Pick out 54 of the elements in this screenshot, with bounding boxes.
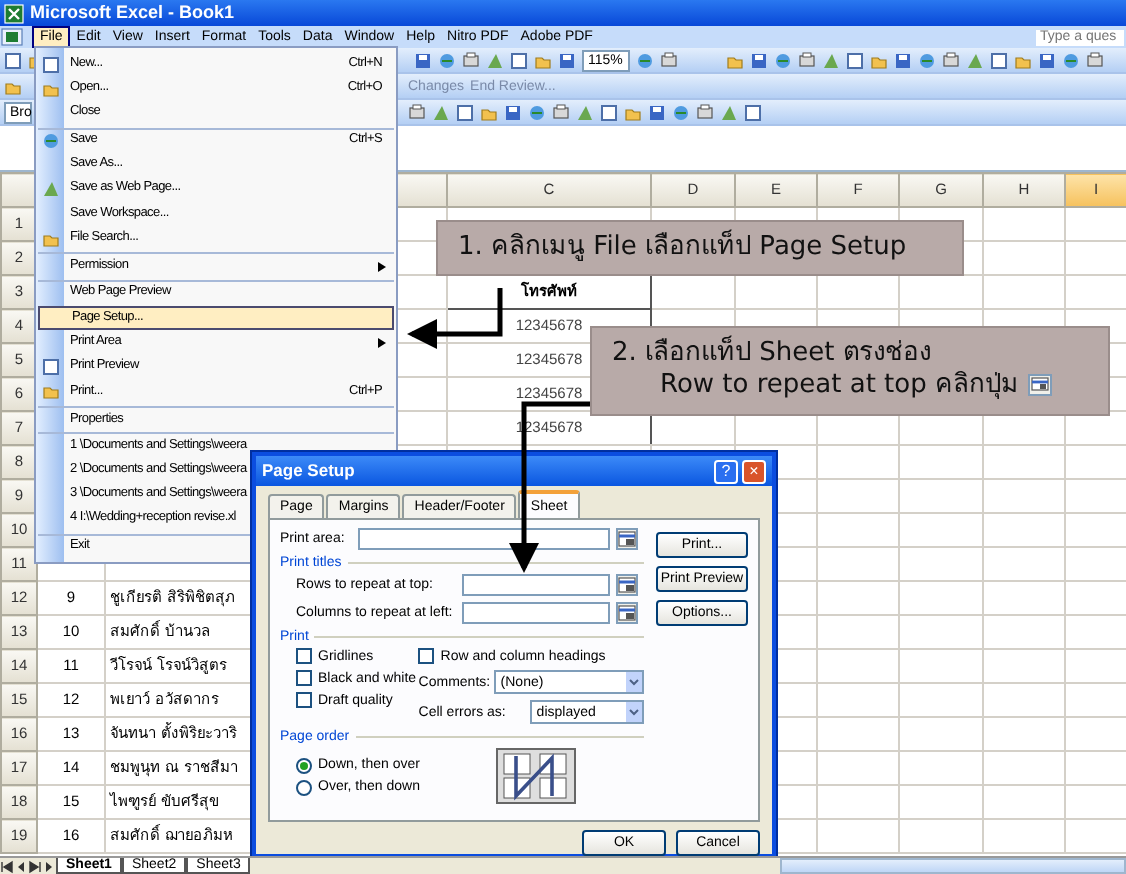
print-area-field[interactable] [358, 528, 610, 550]
callout-text: Row to repeat at top คลิกปุ่ม [660, 370, 1019, 401]
checkbox[interactable] [296, 670, 312, 686]
range-picker-button[interactable] [616, 574, 638, 596]
toolbar-icon[interactable] [558, 51, 576, 69]
close-button[interactable]: × [742, 459, 766, 483]
toolbar-icon[interactable] [942, 51, 960, 69]
toolbar-icon[interactable] [894, 51, 912, 69]
toolbar-icon[interactable] [504, 103, 522, 121]
tab-scroll-icon[interactable] [0, 860, 14, 874]
help-button[interactable]: ? [714, 459, 738, 483]
toolbar-icon[interactable] [774, 51, 792, 69]
checkbox[interactable] [296, 692, 312, 708]
toolbar-icon[interactable] [1038, 51, 1056, 69]
columns-to-repeat-field[interactable] [462, 602, 610, 624]
toolbar-icon[interactable] [798, 51, 816, 69]
checkbox[interactable] [296, 648, 312, 664]
toolbar-icon[interactable] [696, 103, 714, 121]
leader-arrow [407, 288, 503, 349]
tab-scroll-icon[interactable] [28, 860, 42, 874]
dialog-title: Page Setup [262, 462, 355, 480]
menu-item-icon [42, 229, 62, 248]
toolbar-icon[interactable] [1086, 51, 1104, 69]
workbook-icon[interactable] [0, 28, 24, 46]
toolbar-icon[interactable] [408, 103, 426, 121]
callout-text: 2. เลือกแท็ป Sheet ตรงช่อง [612, 338, 931, 368]
toolbar-icon[interactable] [636, 51, 654, 69]
submenu-arrow-icon [378, 338, 386, 349]
toolbar-icon[interactable] [1062, 51, 1080, 69]
toolbar-icon[interactable] [552, 103, 570, 121]
toolbar-icon[interactable] [414, 51, 432, 69]
callout-text: 1. คลิกเมนู File เลือกแท็ป Page Setup [458, 232, 907, 262]
submenu-arrow-icon [378, 262, 386, 273]
toolbar-icon[interactable] [918, 51, 936, 69]
menu-item-icon [42, 132, 62, 151]
range-picker-button[interactable] [616, 528, 638, 550]
radio-button[interactable] [296, 779, 312, 795]
toolbar-icon[interactable] [750, 51, 768, 69]
toolbar-icon[interactable] [438, 51, 456, 69]
window-title: Microsoft Excel - Book1 [30, 4, 235, 22]
toolbar-icon[interactable] [672, 103, 690, 121]
excel-app-icon [4, 3, 24, 23]
toolbar-icon[interactable] [660, 51, 678, 69]
range-picker-button[interactable] [616, 602, 638, 624]
toolbar-icon[interactable] [528, 103, 546, 121]
horizontal-scrollbar[interactable] [780, 858, 1126, 874]
range-picker-icon [1028, 374, 1053, 397]
menu-item-icon [42, 179, 62, 198]
toolbar-icon[interactable] [462, 51, 480, 69]
toolbar-icon[interactable] [648, 103, 666, 121]
rows-to-repeat-field[interactable] [462, 574, 610, 596]
checkbox[interactable] [418, 648, 435, 664]
page-order-diagram [496, 748, 576, 804]
radio-button[interactable] [296, 757, 312, 773]
